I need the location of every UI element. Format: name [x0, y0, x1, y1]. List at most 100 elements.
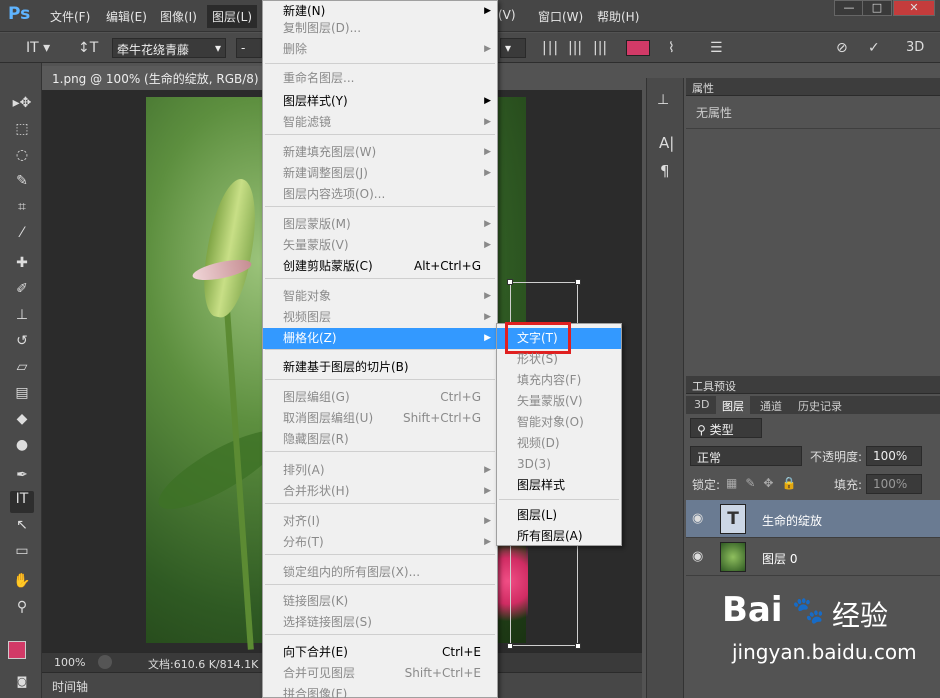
font-family-select[interactable]: 牵牛花绕青藤 ▾	[112, 38, 226, 58]
quick-mask-icon[interactable]: ◙	[10, 675, 34, 697]
fill-input[interactable]: 100%	[866, 474, 922, 494]
layer-menu-item[interactable]: 向下合并(E) Ctrl+E	[263, 642, 497, 663]
warp-text-icon[interactable]: ⌇	[668, 40, 675, 56]
healing-brush-tool-icon[interactable]: ✚	[10, 255, 34, 277]
layer-menu-item[interactable]: 链接图层(K)	[263, 591, 497, 612]
layer-menu-item[interactable]: 智能对象 ▶	[263, 286, 497, 307]
3d-icon[interactable]: 3D	[906, 40, 924, 55]
type-tool-icon[interactable]: IT	[10, 491, 34, 513]
menu-help[interactable]: 帮助(H)	[597, 8, 639, 25]
align-left-icon[interactable]: |||	[542, 40, 559, 56]
rectangle-tool-icon[interactable]: ▭	[10, 543, 34, 565]
quick-select-tool-icon[interactable]: ✎	[10, 173, 34, 195]
pen-tool-icon[interactable]: ✒	[10, 467, 34, 489]
layer-menu-item[interactable]: 栅格化(Z) ▶	[263, 328, 497, 349]
layer-menu-item[interactable]: 合并形状(H) ▶	[263, 481, 497, 502]
lock-icons[interactable]: ▦✎✥🔒	[726, 476, 804, 490]
layer-menu-item[interactable]: 重命名图层...	[263, 68, 497, 89]
zoom-tool-icon[interactable]: ⚲	[10, 599, 34, 621]
marquee-tool-icon[interactable]: ⬚	[10, 121, 34, 143]
blend-mode-select[interactable]: 正常	[690, 446, 802, 466]
transform-handle[interactable]	[507, 643, 513, 649]
layer-menu-item[interactable]: 新建调整图层(J) ▶	[263, 163, 497, 184]
layer-menu-item[interactable]: 视频图层 ▶	[263, 307, 497, 328]
layer-menu-item[interactable]: 分布(T) ▶	[263, 532, 497, 553]
character-icon[interactable]: A|	[659, 134, 674, 152]
menu-file[interactable]: 文件(F)	[50, 8, 90, 25]
maximize-button[interactable]: □	[862, 0, 892, 16]
transform-handle[interactable]	[575, 643, 581, 649]
layer-menu-item[interactable]: 选择链接图层(S)	[263, 612, 497, 633]
history-brush-tool-icon[interactable]: ↺	[10, 333, 34, 355]
text-color-swatch[interactable]	[626, 40, 650, 56]
layer-menu-item[interactable]: 对齐(I) ▶	[263, 511, 497, 532]
rasterize-menu-item[interactable]: 填充内容(F)	[497, 370, 621, 391]
paragraph-icon[interactable]: ¶	[660, 162, 670, 180]
menu-layer[interactable]: 图层(L)	[207, 5, 258, 28]
layer-menu-item[interactable]: 智能滤镜 ▶	[263, 112, 497, 133]
layer-menu-item[interactable]: 新建基于图层的切片(B)	[263, 357, 497, 378]
blur-tool-icon[interactable]: ◆	[10, 411, 34, 433]
foreground-color-swatch[interactable]	[8, 641, 26, 659]
tool-presets-title[interactable]: 工具预设	[692, 380, 736, 393]
layer-menu-item[interactable]: 排列(A) ▶	[263, 460, 497, 481]
layer-menu-item[interactable]: 复制图层(D)...	[263, 18, 497, 39]
rasterize-menu-item[interactable]: 文字(T)	[497, 322, 621, 354]
layer-filter-select[interactable]: ⚲ 类型	[690, 418, 762, 438]
eye-icon[interactable]: ◉	[692, 549, 703, 564]
opacity-input[interactable]: 100%	[866, 446, 922, 466]
brush-tool-icon[interactable]: ✐	[10, 281, 34, 303]
layer-menu-item[interactable]: 图层编组(G) Ctrl+G	[263, 387, 497, 408]
lasso-tool-icon[interactable]: ◌	[10, 147, 34, 169]
crop-tool-icon[interactable]: ⌗	[10, 199, 34, 221]
tab-channels[interactable]: 通道	[754, 396, 788, 414]
align-right-icon[interactable]: |||	[593, 40, 607, 56]
rasterize-menu-item[interactable]: 图层(L)	[497, 505, 621, 526]
eraser-tool-icon[interactable]: ▱	[10, 359, 34, 381]
menu-window[interactable]: 窗口(W)	[538, 8, 583, 25]
menu-edit[interactable]: 编辑(E)	[106, 8, 147, 25]
hand-tool-icon[interactable]: ✋	[10, 573, 34, 595]
rasterize-menu-item[interactable]: 智能对象(O)	[497, 412, 621, 433]
transform-handle[interactable]	[507, 279, 513, 285]
minimize-button[interactable]: —	[834, 0, 864, 16]
dodge-tool-icon[interactable]: ●	[10, 437, 34, 459]
rasterize-menu-item[interactable]: 图层样式	[497, 475, 621, 496]
align-center-icon[interactable]: |||	[568, 40, 582, 56]
layer-menu-item[interactable]: 隐藏图层(R)	[263, 429, 497, 450]
layer-menu-item[interactable]: 拼合图像(F)	[263, 684, 497, 698]
eyedropper-tool-icon[interactable]: ⁄	[10, 225, 34, 247]
layer-menu-item[interactable]: 取消图层编组(U) Shift+Ctrl+G	[263, 408, 497, 429]
commit-icon[interactable]: ✓	[868, 40, 880, 56]
transform-handle[interactable]	[575, 279, 581, 285]
tab-layers[interactable]: 图层	[716, 396, 750, 414]
layer-menu-item[interactable]: 合并可见图层 Shift+Ctrl+E	[263, 663, 497, 684]
toggle-orientation-icon[interactable]: ↕T	[78, 40, 98, 56]
document-tab[interactable]: 1.png @ 100% (生命的绽放, RGB/8) *	[42, 66, 279, 90]
tab-3d[interactable]: 3D	[688, 396, 715, 414]
eye-icon[interactable]: ◉	[692, 511, 703, 526]
move-tool-icon[interactable]: ▸✥	[10, 95, 34, 117]
close-button[interactable]: ✕	[893, 0, 935, 16]
rasterize-menu-item[interactable]: 所有图层(A)	[497, 526, 621, 547]
rasterize-menu-item[interactable]: 矢量蒙版(V)	[497, 391, 621, 412]
layer-menu-item[interactable]: 新建填充图层(W) ▶	[263, 142, 497, 163]
layer-name[interactable]: 生命的绽放	[762, 512, 822, 529]
font-size-select[interactable]: ▾	[500, 38, 526, 58]
text-tool-preset-icon[interactable]: IT ▾	[26, 40, 50, 56]
layer-row-text[interactable]: ◉ T 生命的绽放	[686, 500, 940, 538]
layer-row-image[interactable]: ◉ 图层 0	[686, 538, 940, 576]
layer-menu-item[interactable]: 锁定组内的所有图层(X)...	[263, 562, 497, 583]
zoom-level[interactable]: 100%	[54, 656, 85, 669]
layer-menu-item[interactable]: 创建剪贴蒙版(C) Alt+Ctrl+G	[263, 256, 497, 277]
status-menu-icon[interactable]	[98, 655, 112, 669]
menu-image[interactable]: 图像(I)	[160, 8, 197, 25]
layer-menu-item[interactable]: 矢量蒙版(V) ▶	[263, 235, 497, 256]
menu-view[interactable]: (V)	[498, 8, 516, 22]
layer-menu-item[interactable]: 图层蒙版(M) ▶	[263, 214, 497, 235]
font-style-select[interactable]: -	[236, 38, 262, 58]
rasterize-menu-item[interactable]: 视频(D)	[497, 433, 621, 454]
rasterize-menu-item[interactable]: 3D(3)	[497, 454, 621, 475]
clone-stamp-tool-icon[interactable]: ⊥	[10, 307, 34, 329]
path-selection-tool-icon[interactable]: ↖	[10, 517, 34, 539]
